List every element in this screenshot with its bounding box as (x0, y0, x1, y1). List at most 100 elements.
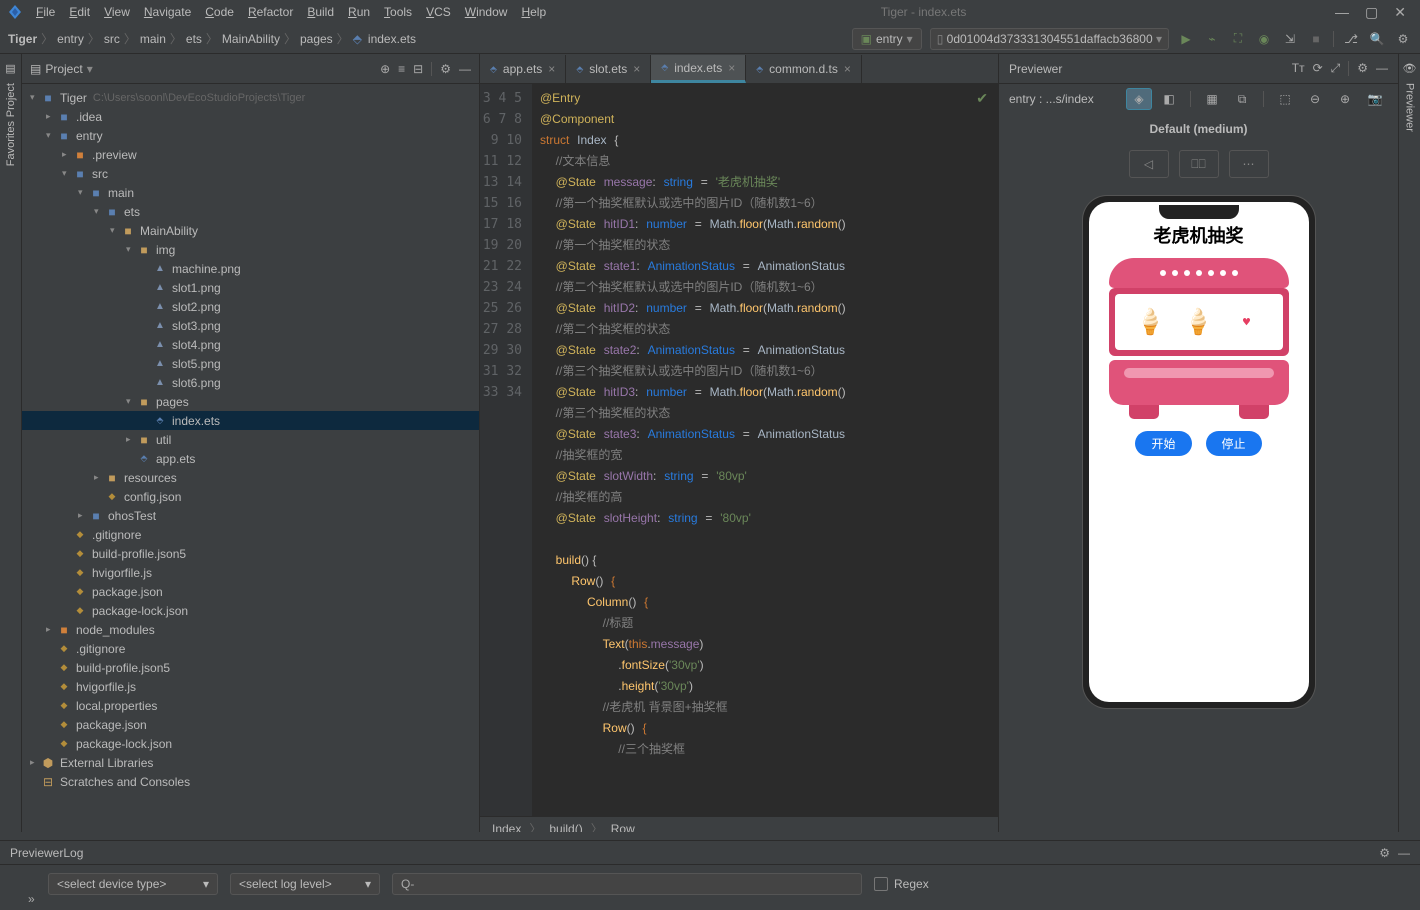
menu-tools[interactable]: Tools (378, 3, 418, 21)
close-icon[interactable]: × (728, 61, 735, 75)
menu-build[interactable]: Build (301, 3, 340, 21)
gear-icon[interactable]: ⚙ (1357, 61, 1368, 76)
prev-home-icon[interactable]: ⎕⎕ (1179, 150, 1219, 178)
hide-icon[interactable]: — (1398, 846, 1410, 860)
crumb-file[interactable]: index.ets (368, 32, 416, 46)
crop-icon[interactable]: ⬚ (1272, 88, 1298, 110)
tree-row[interactable]: ▾ ■ ets (22, 202, 479, 221)
crumb-2[interactable]: src (104, 32, 120, 46)
tree-row[interactable]: ▾ ■ src (22, 164, 479, 183)
layers-icon[interactable]: ◧ (1156, 88, 1182, 110)
run-config-selector[interactable]: ▣ entry ▾ (852, 28, 922, 50)
menu-edit[interactable]: Edit (63, 3, 96, 21)
zoom-in-icon[interactable]: ⊕ (1332, 88, 1358, 110)
zoom-out-icon[interactable]: ⊖ (1302, 88, 1328, 110)
tab-previewer[interactable]: Previewer (1404, 83, 1416, 132)
project-toolwindow-icon[interactable]: ▤ (5, 62, 15, 75)
tree-row[interactable]: ◆ .gitignore (22, 525, 479, 544)
start-button[interactable]: 开始 (1135, 431, 1191, 456)
regex-checkbox[interactable]: Regex (874, 877, 929, 891)
rotate-icon[interactable]: ⤢ (1331, 61, 1341, 76)
tree-row[interactable]: ◆ package-lock.json (22, 601, 479, 620)
code-editor[interactable]: @Entry @Component struct Index { //文本信息 … (532, 84, 998, 816)
preview-toolwindow-icon[interactable]: 👁 (1403, 62, 1417, 75)
window-minimize-icon[interactable]: — (1335, 4, 1349, 21)
tree-row[interactable]: ▲ slot5.png (22, 354, 479, 373)
close-icon[interactable]: × (844, 62, 851, 76)
profile-icon[interactable]: ◉ (1255, 30, 1273, 48)
prev-more-icon[interactable]: ⋯ (1229, 150, 1269, 178)
tree-row[interactable]: ▾ ■ Tiger C:\Users\soonl\DevEcoStudioPro… (22, 88, 479, 107)
tree-row[interactable]: ◆ config.json (22, 487, 479, 506)
stop-icon[interactable]: ■ (1307, 30, 1325, 48)
log-search-input[interactable]: Q- (392, 873, 862, 895)
tab-favorites[interactable]: Favorites (5, 121, 17, 166)
log-level-select[interactable]: <select log level>▾ (230, 873, 380, 895)
settings-icon[interactable]: ⚙ (1394, 30, 1412, 48)
prev-back-icon[interactable]: ◁ (1129, 150, 1169, 178)
close-icon[interactable]: × (633, 62, 640, 76)
tree-row[interactable]: ▸ ■ .idea (22, 107, 479, 126)
grid-icon[interactable]: ▦ (1199, 88, 1225, 110)
editor-tab[interactable]: ⬘ index.ets × (651, 55, 746, 83)
collapse-all-icon[interactable]: ⊟ (413, 62, 423, 76)
tree-row[interactable]: ◆ package-lock.json (22, 734, 479, 753)
expand-all-icon[interactable]: ≡ (398, 62, 405, 76)
gear-icon[interactable]: ⚙ (440, 62, 451, 76)
window-close-icon[interactable]: ✕ (1394, 4, 1406, 21)
tree-row[interactable]: ◆ .gitignore (22, 639, 479, 658)
crumb-4[interactable]: ets (186, 32, 202, 46)
menu-run[interactable]: Run (342, 3, 376, 21)
menu-vcs[interactable]: VCS (420, 3, 457, 21)
menu-refactor[interactable]: Refactor (242, 3, 299, 21)
tree-row[interactable]: ▾ ■ pages (22, 392, 479, 411)
tree-row[interactable]: ⬘ app.ets (22, 449, 479, 468)
tree-row[interactable]: ▸ ■ resources (22, 468, 479, 487)
tree-row[interactable]: ▲ machine.png (22, 259, 479, 278)
debug-icon[interactable]: ⌁ (1203, 30, 1221, 48)
tree-row[interactable]: ◆ hvigorfile.js (22, 563, 479, 582)
project-tree[interactable]: ▾ ■ Tiger C:\Users\soonl\DevEcoStudioPro… (22, 84, 479, 840)
tree-row[interactable]: ⊟ Scratches and Consoles (22, 772, 479, 791)
tree-row[interactable]: ▸ ■ util (22, 430, 479, 449)
tree-row[interactable]: ▾ ■ main (22, 183, 479, 202)
search-icon[interactable]: 🔍 (1368, 30, 1386, 48)
device-screen[interactable]: 老虎机抽奖 🍦 🍦 ♥ 开始 停止 (1089, 202, 1309, 702)
tree-row[interactable]: ▲ slot1.png (22, 278, 479, 297)
tree-row[interactable]: ▸ ⬢ External Libraries (22, 753, 479, 772)
tree-row[interactable]: ◆ package.json (22, 582, 479, 601)
attach-icon[interactable]: ⇲ (1281, 30, 1299, 48)
menu-window[interactable]: Window (459, 3, 514, 21)
tree-row[interactable]: ▲ slot4.png (22, 335, 479, 354)
device-type-select[interactable]: <select device type>▾ (48, 873, 218, 895)
menu-view[interactable]: View (98, 3, 136, 21)
crumb-5[interactable]: MainAbility (222, 32, 280, 46)
editor-tab[interactable]: ⬘ app.ets × (480, 55, 566, 83)
tree-row[interactable]: ◆ package.json (22, 715, 479, 734)
stop-button[interactable]: 停止 (1206, 431, 1262, 456)
hide-icon[interactable]: — (1376, 61, 1388, 76)
tree-row[interactable]: ▲ slot2.png (22, 297, 479, 316)
tree-row[interactable]: ◆ local.properties (22, 696, 479, 715)
tab-project[interactable]: Project (5, 83, 17, 117)
tree-row[interactable]: ◆ build-profile.json5 (22, 544, 479, 563)
menu-code[interactable]: Code (199, 3, 240, 21)
tree-row[interactable]: ▲ slot3.png (22, 316, 479, 335)
menu-file[interactable]: File (30, 3, 61, 21)
crumb-1[interactable]: entry (57, 32, 84, 46)
crumb-3[interactable]: main (140, 32, 166, 46)
tree-row[interactable]: ▸ ■ .preview (22, 145, 479, 164)
gear-icon[interactable]: ⚙ (1379, 846, 1390, 860)
tree-row[interactable]: ▸ ■ node_modules (22, 620, 479, 639)
editor-tab[interactable]: ⬘ common.d.ts × (746, 55, 862, 83)
crumb-6[interactable]: pages (300, 32, 333, 46)
tree-row[interactable]: ▾ ■ MainAbility (22, 221, 479, 240)
camera-icon[interactable]: 📷 (1362, 88, 1388, 110)
device-selector[interactable]: ▯ 0d01004d373331304551daffacb36800 ▾ (930, 28, 1169, 50)
hide-icon[interactable]: — (459, 62, 471, 76)
git-icon[interactable]: ⎇ (1342, 30, 1360, 48)
tree-row[interactable]: ◆ hvigorfile.js (22, 677, 479, 696)
menu-help[interactable]: Help (515, 3, 552, 21)
run-icon[interactable]: ▶ (1177, 30, 1195, 48)
select-opened-icon[interactable]: ⊕ (380, 62, 390, 76)
